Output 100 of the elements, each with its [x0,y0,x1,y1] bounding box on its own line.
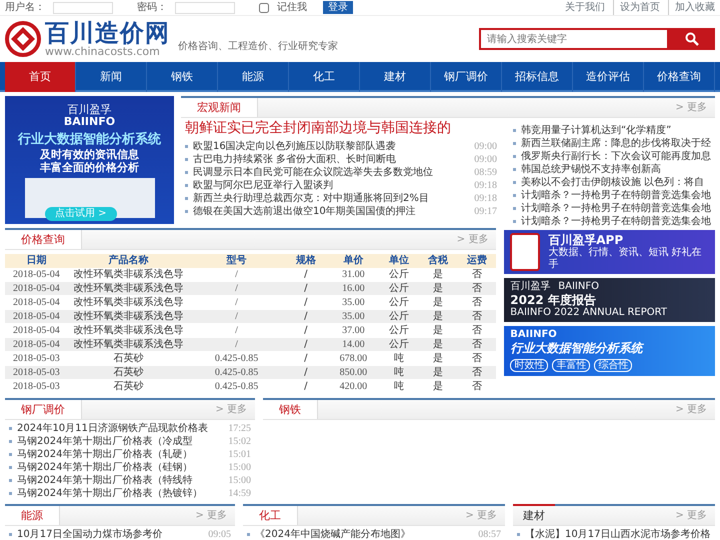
banner-brand: 百川盈孚 [66,104,112,116]
table-cell: / [188,282,284,296]
bullet-icon [513,220,516,223]
section-tab[interactable]: 钢厂调价 [5,400,82,419]
ad-title: 行业大数据智能分析系统 [510,341,645,355]
table-cell: 吨 [379,380,418,394]
news-link[interactable]: 计划暗杀？一持枪男子在特朗普竞选集会地 [521,201,711,216]
app-ad-banner[interactable]: 百川盈孚APP 大数据、行情、资讯、短讯 好礼在手 [504,230,715,274]
column-header: 运费 [457,254,496,268]
table-cell: 否 [457,310,496,324]
news-link[interactable]: 美称以不会打击伊朗核设施 以色列：将自 [521,175,711,190]
login-button[interactable]: 登录 [323,1,353,14]
column-header: 规格 [284,254,328,268]
table-cell: 16.00 [327,282,380,296]
news-link[interactable]: 新西兰联储副主席：降息的步伐将取决于经 [521,136,711,151]
news-link[interactable]: 10月17日全国动力煤市场参考价 [17,527,204,540]
section-tab[interactable]: 能源 [5,506,60,525]
bullet-icon [513,194,516,197]
table-cell: 是 [418,282,458,296]
bullet-icon [9,479,12,482]
bullet-icon [185,158,188,161]
news-link[interactable]: 计划暗杀？一持枪男子在特朗普竞选集会地 [521,214,711,229]
news-link[interactable]: 欧盟16国决定向以色列施压以防联黎部队遇袭 [193,139,470,154]
table-cell: 是 [418,366,458,380]
nav-link[interactable]: 招标信息 [502,62,573,92]
password-label: 密码： [137,0,167,15]
section-tab[interactable]: 宏观新闻 [181,98,258,117]
report-ad-banner[interactable]: 百川盈孚 BAIINFO 2022 年度报告 BAIINFO 2022 ANNUAL REPORT [504,278,715,322]
nav-link[interactable]: 能源 [218,62,289,92]
table-cell: 是 [418,380,458,394]
news-link[interactable]: 计划暗杀？一持枪男子在特朗普竞选集会地 [521,188,711,203]
table-cell: 公斤 [379,282,418,296]
section-tab[interactable]: 价格查询 [5,230,82,249]
remember-checkbox[interactable] [259,2,269,12]
nav-link[interactable]: 建材 [360,62,431,92]
table-cell: 否 [457,380,496,394]
column-header: 单位 [379,254,418,268]
news-time: 15:00 [228,461,251,475]
nav-link[interactable]: 新闻 [76,62,147,92]
news-link[interactable]: 马钢2024年第十期出厂价格表（轧硬） [17,447,224,462]
table-cell: / [284,380,328,394]
news-link[interactable]: 欧盟与阿尔巴尼亚举行入盟谈判 [193,178,470,193]
column-header: 产品名称 [68,254,189,268]
table-cell: 否 [457,282,496,296]
news-link[interactable]: 马钢2024年第十期出厂价格表（硅钢） [17,460,224,475]
news-link[interactable]: 马钢2024年第十期出厂价格表（冷成型 [17,434,224,449]
ad-title: 百川盈孚APP [548,233,624,247]
news-link[interactable]: 【水泥】10月17日山西水泥市场参考价格 [525,527,711,540]
news-link[interactable]: 德银在美国大选前退出做空10年期美国国债的押注 [193,204,470,219]
search-button[interactable] [669,28,715,50]
news-link[interactable]: 韩竞用量子计算机达到“化学精度” [521,123,711,138]
news-time: 15:01 [228,448,251,462]
bullet-icon [517,533,520,536]
bullet-icon [185,145,188,148]
news-link[interactable]: 俄罗斯央行副行长：下次会议可能再度加息 [521,149,711,164]
nav-link[interactable]: 造价评估 [573,62,644,92]
top-link[interactable]: 加入收藏 [668,0,715,15]
news-time: 14:59 [228,487,251,501]
news-link[interactable]: 马钢2024年第十期出厂价格表（特线特 [17,473,224,488]
ad-tag: 综合性 [594,359,632,372]
section-tab[interactable]: 化工 [243,506,298,525]
nav-link[interactable]: 钢厂调价 [431,62,502,92]
search-field[interactable]: 请输入搜索关键字 [479,28,669,50]
table-cell: 是 [418,338,458,352]
news-time: 09:17 [474,205,497,219]
news-link[interactable]: 2024年10月11日济源钢铁产品现款价格表 [17,421,224,436]
nav-link[interactable]: 钢铁 [147,62,218,92]
news-link[interactable]: 韩国总统尹锡悦不支持率创新高 [521,162,711,177]
column-header: 日期 [5,254,68,268]
news-link[interactable]: 《2024年中国烧碱产能分布地图》 [255,527,474,540]
table-cell: 改性环氧类非碳系浅色导 [68,310,189,324]
table-cell: / [188,310,284,324]
news-link[interactable]: 古巴电力持续紧张 多省份大面积、长时间断电 [193,152,470,167]
bullet-icon [9,533,12,536]
ad-tag: 时效性 [510,359,548,372]
username-field[interactable] [53,2,113,14]
nav-link[interactable]: 价格查询 [644,62,715,92]
system-ad-banner[interactable]: BAIINFO 行业大数据智能分析系统 时效性 丰富性 综合性 [504,326,715,376]
news-time: 09:18 [474,192,497,206]
news-link[interactable]: 马钢2024年第十期出厂价格表（热镀锌） [17,486,224,501]
bullet-icon [513,129,516,132]
table-cell: 0.425-0.85 [188,380,284,394]
logo-url: www.chinacosts.com [45,46,161,58]
username-label: 用户名： [5,0,45,15]
banner[interactable]: 百川盈孚 BAIINFO 行业大数据智能分析系统 及时有效的资讯信息 丰富全面的价格分析 点击试用 > [5,96,174,224]
news-link[interactable]: 民调显示日本自民党可能在众议院选举失去多数党地位 [193,165,470,180]
banner-title: 行业大数据智能分析系统 [16,132,162,148]
section-tab[interactable]: 建材 [513,504,555,525]
table-cell: / [284,338,328,352]
top-link[interactable]: 设为首页 [613,0,660,15]
headline-link[interactable]: 朝鲜证实已完全封闭南部边境与韩国连接的 [181,118,501,138]
password-field[interactable] [175,2,235,14]
nav-link[interactable]: 化工 [289,62,360,92]
news-link[interactable]: 新西兰央行助理总裁西尔克：对中期通胀将回到2%目 [193,191,470,206]
section-tab[interactable]: 钢铁 [263,400,318,419]
table-cell: 2018-05-03 [5,380,68,394]
top-link[interactable]: 关于我们 [565,0,605,15]
news-time: 15:00 [228,474,251,488]
banner-brand-en: BAIINFO [62,116,116,128]
nav-link[interactable]: 首页 [5,62,76,92]
